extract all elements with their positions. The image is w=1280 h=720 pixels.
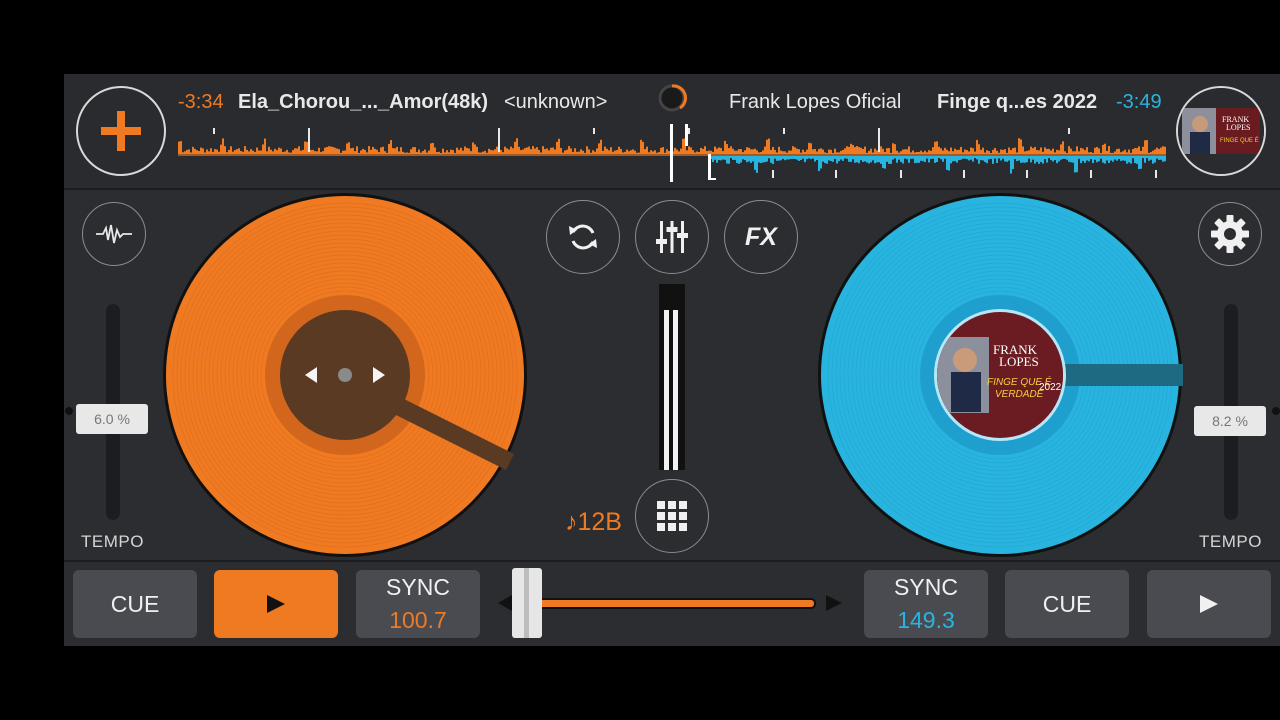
crossfader-right-arrow-icon: [826, 595, 842, 611]
grid-icon: [657, 501, 687, 531]
deck-b-tempo-value[interactable]: 8.2 %: [1194, 406, 1266, 436]
mixer-icon: [656, 221, 688, 253]
top-bar: -3:34 Ela_Chorou_..._Amor(48k) <unknown>…: [64, 74, 1280, 190]
svg-text:2022: 2022: [1039, 382, 1062, 393]
deck-a-artist: <unknown>: [504, 91, 608, 113]
sync-loop-icon: [569, 224, 597, 250]
deck-a-play-button[interactable]: [214, 570, 338, 638]
settings-button[interactable]: [1198, 202, 1262, 266]
svg-text:LOPES: LOPES: [1226, 123, 1250, 132]
fx-button[interactable]: FX: [724, 200, 798, 274]
volume-level-b: [673, 310, 678, 470]
deck-b-turntable[interactable]: FRANK LOPES FINGE QUE É VERDADE 2022: [817, 192, 1183, 558]
waveform-view-button[interactable]: [82, 202, 146, 266]
grid-pads-button[interactable]: [635, 479, 709, 553]
add-icon: [101, 111, 141, 151]
deck-b-label-artwork: FRANK LOPES FINGE QUE É VERDADE 2022: [937, 337, 1063, 413]
key-indicator[interactable]: ♪12B: [565, 508, 622, 537]
play-icon: [267, 595, 285, 613]
deck-b-tempo-label: TEMPO: [1199, 532, 1262, 551]
deck-a-bpm: 100.7: [389, 607, 447, 633]
deck-b-artist: Frank Lopes Oficial: [729, 91, 902, 113]
dj-app: -3:34 Ela_Chorou_..._Amor(48k) <unknown>…: [64, 74, 1280, 646]
deck-a-remaining-time: -3:34: [178, 91, 224, 113]
deck-b-cue-button[interactable]: CUE: [1005, 570, 1129, 638]
recording-indicator-icon[interactable]: [656, 82, 688, 114]
channel-volume-fader[interactable]: [659, 284, 685, 470]
crossfader[interactable]: [496, 566, 846, 640]
fx-icon: FX: [745, 222, 777, 251]
mixer-button[interactable]: [635, 200, 709, 274]
deck-b-track-title: Finge q...es 2022: [937, 91, 1098, 113]
deck-a-sync-label: SYNC: [386, 574, 450, 600]
deck-b-bpm: 149.3: [897, 607, 955, 633]
svg-text:FINGE QUE É: FINGE QUE É: [1220, 137, 1259, 144]
deck-a-tempo-label: TEMPO: [81, 532, 144, 551]
deck-b-artwork-button[interactable]: FRANK LOPES FINGE QUE É: [1176, 86, 1266, 176]
play-icon: [1200, 595, 1218, 613]
deck-b-remaining-time: -3:49: [1116, 91, 1162, 113]
waveform-display[interactable]: [178, 124, 1168, 184]
svg-text:LOPES: LOPES: [999, 354, 1039, 369]
svg-text:VERDADE: VERDADE: [995, 389, 1044, 400]
deck-a-cue-button[interactable]: CUE: [73, 570, 197, 638]
deck-b-sync-label: SYNC: [894, 574, 958, 600]
settings-icon: [1211, 215, 1249, 253]
deck-a-turntable[interactable]: [162, 192, 528, 558]
deck-a-sync-button[interactable]: SYNC 100.7: [356, 570, 480, 638]
deck-b-sync-button[interactable]: SYNC 149.3: [864, 570, 988, 638]
deck-b-play-button[interactable]: [1147, 570, 1271, 638]
deck-b-artwork-thumb: FRANK LOPES FINGE QUE É: [1178, 88, 1264, 174]
volume-level-a: [664, 310, 669, 470]
add-track-button[interactable]: [76, 86, 166, 176]
deck-a-track-title: Ela_Chorou_..._Amor(48k): [238, 91, 489, 113]
sync-loop-button[interactable]: [546, 200, 620, 274]
deck-b-tempo-marker: [1272, 407, 1280, 415]
deck-a-tempo-marker: [65, 407, 73, 415]
deck-a-tempo-value[interactable]: 6.0 %: [76, 404, 148, 434]
waveform-icon: [96, 224, 132, 244]
crossfader-left-arrow-icon: [498, 595, 512, 611]
